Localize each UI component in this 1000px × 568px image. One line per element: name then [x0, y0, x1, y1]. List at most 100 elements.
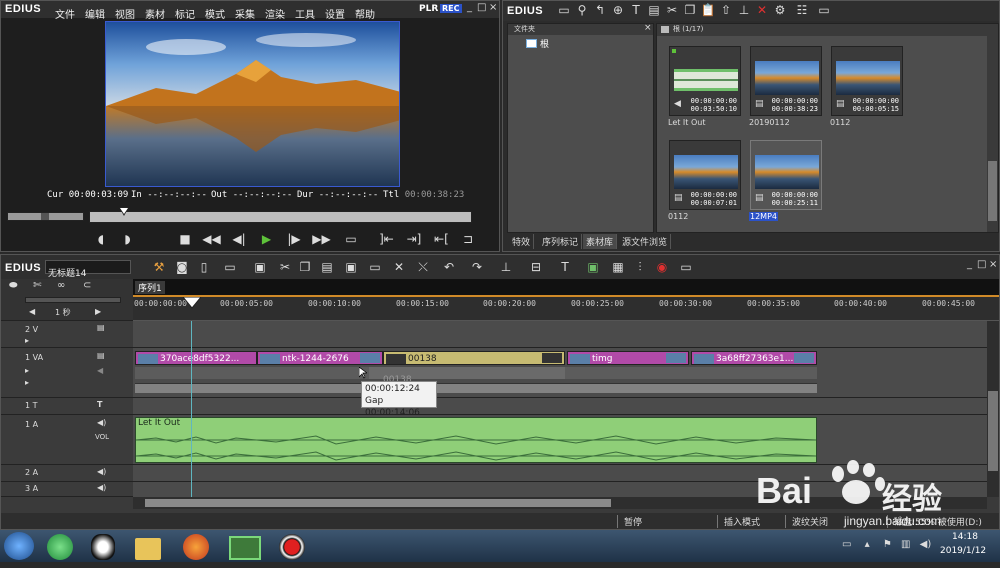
- tab-source-browser[interactable]: 源文件浏览: [619, 234, 672, 249]
- mixer-icon[interactable]: ⫶: [629, 259, 651, 275]
- track-audio-icon[interactable]: ◀: [97, 366, 103, 375]
- file-explorer-icon[interactable]: [135, 538, 162, 560]
- tray-arrow-icon[interactable]: ▴: [865, 539, 870, 550]
- track-header-1a[interactable]: 1 A ◀) VOL: [1, 415, 133, 465]
- clip-thumb[interactable]: ▤ 00:00:00:00 00:00:07:01: [669, 140, 741, 210]
- transition-icon[interactable]: ⊟: [521, 259, 551, 275]
- minimize-icon[interactable]: _: [467, 2, 472, 13]
- 360-browser-icon[interactable]: [47, 534, 73, 560]
- cut-mode-icon[interactable]: ✄: [33, 280, 41, 291]
- copy-icon[interactable]: ❐: [295, 259, 315, 275]
- audio-clip[interactable]: Let It Out: [135, 417, 817, 463]
- title-track-icon[interactable]: T: [97, 400, 102, 409]
- start-button[interactable]: [4, 532, 34, 560]
- bin-menu-icon[interactable]: ▭: [815, 2, 833, 18]
- edius-taskbar-icon[interactable]: [229, 536, 262, 560]
- title-icon[interactable]: T: [627, 2, 645, 18]
- copy-icon[interactable]: ❐: [681, 2, 699, 18]
- menu-capture[interactable]: 采集: [235, 10, 255, 21]
- snapshot-icon[interactable]: ◙: [171, 259, 193, 275]
- sync-mode-icon[interactable]: ⊂: [83, 280, 91, 291]
- timeline-minimize-icon[interactable]: _: [967, 259, 972, 270]
- tab-bin[interactable]: 素材库: [583, 234, 618, 249]
- menu-marker[interactable]: 标记: [175, 10, 195, 21]
- video-clip[interactable]: 3a68ff27363e1...: [691, 351, 817, 365]
- link-mode-icon[interactable]: ⬬: [9, 280, 18, 291]
- zoom-right-icon[interactable]: ▶: [95, 307, 101, 316]
- magic-wand-icon[interactable]: ⚒: [147, 259, 171, 275]
- title-icon[interactable]: T: [551, 259, 579, 275]
- track-header-1va[interactable]: 1 VA ▤ ▸ ◀ ▸: [1, 348, 133, 398]
- time-ruler[interactable]: 00:00:00:00 00:00:05:00 00:00:10:00 00:0…: [133, 295, 999, 321]
- cut-icon[interactable]: ✂: [275, 259, 295, 275]
- search-icon[interactable]: ⚲: [573, 2, 591, 18]
- undo-icon[interactable]: ↶: [435, 259, 463, 275]
- track-collapse-icon[interactable]: ▸: [25, 378, 29, 387]
- position-bar[interactable]: [89, 211, 472, 223]
- playhead-marker[interactable]: [183, 297, 201, 309]
- color-bar-icon[interactable]: ▤: [645, 2, 663, 18]
- clip-thumb-selected[interactable]: ▤ 00:00:00:00 00:00:25:11: [750, 140, 822, 210]
- video-clip[interactable]: timg: [567, 351, 689, 365]
- rec-button[interactable]: REC: [440, 4, 462, 13]
- position-handle[interactable]: [119, 207, 129, 219]
- zoom-slider[interactable]: [25, 297, 121, 303]
- timeline-vscroll-thumb[interactable]: [988, 391, 998, 471]
- menu-file[interactable]: 文件: [55, 10, 75, 21]
- menu-settings[interactable]: 设置: [325, 10, 345, 21]
- keyboard-icon[interactable]: ▭: [842, 539, 851, 550]
- recorder-icon[interactable]: [279, 534, 306, 560]
- sequence-tab[interactable]: 序列1: [135, 281, 165, 294]
- timeline-maximize-icon[interactable]: □: [977, 259, 986, 270]
- add-clip-icon[interactable]: ⊕: [609, 2, 627, 18]
- paste-icon[interactable]: ▤: [315, 259, 339, 275]
- export-icon[interactable]: ⊐: [457, 231, 479, 247]
- video-clip[interactable]: 370ace8df5322...: [135, 351, 257, 365]
- volume-icon[interactable]: ◀): [920, 539, 932, 550]
- clip-thumb[interactable]: ▤ 00:00:00:00 00:00:05:15: [831, 46, 903, 116]
- insert-icon[interactable]: ]⇤: [375, 231, 399, 247]
- track-video-icon[interactable]: ▤: [97, 323, 105, 332]
- stop-icon[interactable]: ■: [174, 231, 196, 247]
- timeline-hscroll[interactable]: [133, 497, 987, 509]
- menu-edit[interactable]: 编辑: [85, 10, 105, 21]
- menu-help[interactable]: 帮助: [355, 10, 375, 21]
- project-name-field[interactable]: 无标题14: [45, 260, 131, 279]
- track-header-2v[interactable]: 2 V ▤ ▸: [1, 321, 133, 348]
- play-icon[interactable]: ▶: [255, 231, 279, 247]
- render-icon[interactable]: ▣: [579, 259, 607, 275]
- open-project-icon[interactable]: ▭: [215, 259, 245, 275]
- track-header-3a[interactable]: 3 A ◀): [1, 482, 133, 497]
- clip-label-selected[interactable]: 12MP4: [749, 212, 778, 221]
- step-forward-icon[interactable]: |▶: [282, 231, 306, 247]
- track-header-1t[interactable]: 1 T T: [1, 398, 133, 415]
- menu-tools[interactable]: 工具: [295, 10, 315, 21]
- tab-effects[interactable]: 特效: [509, 234, 535, 249]
- maximize-icon[interactable]: □: [477, 2, 486, 13]
- view-icon[interactable]: ☷: [789, 2, 815, 18]
- set-out-icon[interactable]: ◗: [115, 231, 141, 247]
- clip-thumb[interactable]: ▤ 00:00:00:00 00:00:38:23: [750, 46, 822, 116]
- timeline-menu-icon[interactable]: ▭: [673, 259, 699, 275]
- add-timeline-icon[interactable]: ⊥: [735, 2, 753, 18]
- match-frame-icon[interactable]: ⇤[: [430, 231, 454, 247]
- nest-icon[interactable]: ▭: [363, 259, 387, 275]
- clock-time[interactable]: 14:18: [952, 532, 978, 542]
- timeline-hscroll-thumb[interactable]: [145, 499, 611, 507]
- folder-icon[interactable]: ▭: [555, 2, 573, 18]
- new-sequence-icon[interactable]: ▯: [193, 259, 215, 275]
- track-collapse-icon[interactable]: ▸: [25, 366, 29, 375]
- clip-area-scrollbar[interactable]: [987, 36, 998, 232]
- paste-icon[interactable]: 📋: [699, 2, 717, 18]
- tab-sequence-markers[interactable]: 序列标记: [539, 234, 583, 249]
- group-mode-icon[interactable]: ∞: [57, 280, 65, 291]
- track-collapse-icon[interactable]: ▸: [25, 336, 29, 345]
- video-clip-selected[interactable]: 00138: [383, 351, 565, 365]
- rewind-icon[interactable]: ◀◀: [200, 231, 224, 247]
- timeline-close-icon[interactable]: ×: [989, 259, 997, 270]
- firefox-icon[interactable]: [183, 534, 210, 560]
- overwrite-icon[interactable]: ⇥]: [402, 231, 426, 247]
- menu-clip[interactable]: 素材: [145, 10, 165, 21]
- folder-panel-close-icon[interactable]: ×: [644, 23, 652, 33]
- timeline-vscroll[interactable]: [987, 321, 999, 497]
